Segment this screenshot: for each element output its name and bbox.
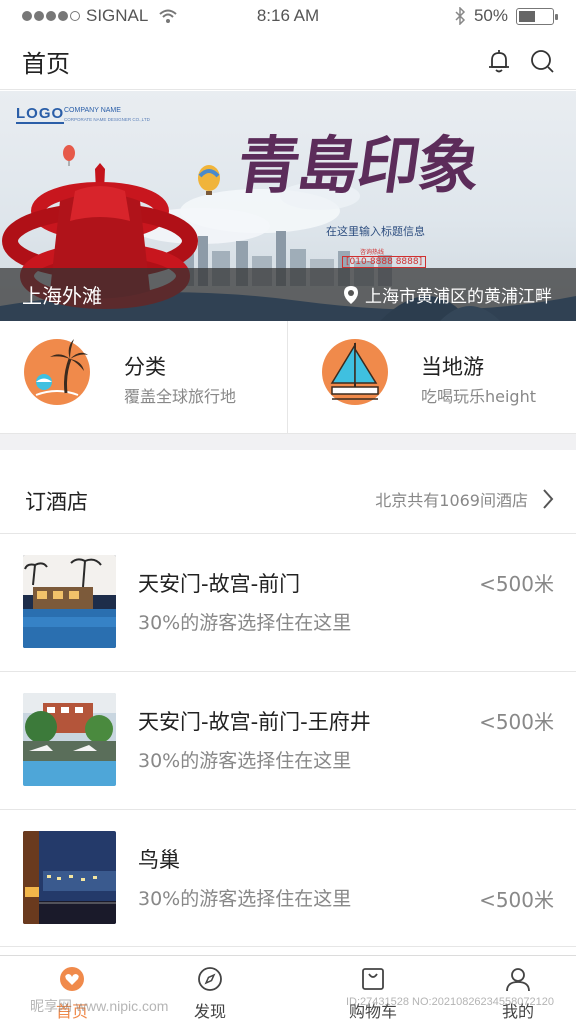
hotel-section-header[interactable]: 订酒店 北京共有1069间酒店 — [0, 450, 576, 534]
hotel-item[interactable]: 天安门-故宫-前门-王府井 30%的游客选择住在这里 <500米 — [0, 672, 576, 810]
location-pin-icon — [344, 285, 358, 304]
hotel-desc: 30%的游客选择住在这里 — [138, 750, 352, 772]
shopping-bag-icon — [362, 968, 384, 990]
hotel-distance: <500米 — [479, 572, 554, 596]
app-header: 首页 — [0, 32, 576, 90]
quick-link-category[interactable]: 分类 覆盖全球旅行地 — [0, 321, 288, 434]
battery-percent: 50% — [473, 6, 508, 25]
user-icon — [506, 968, 530, 992]
hotel-item[interactable]: 天安门-故宫-前门 30%的游客选择住在这里 <500米 — [0, 534, 576, 672]
hotel-photo — [23, 693, 116, 786]
sailboat-icon — [322, 339, 388, 405]
balloon-icon — [63, 145, 75, 166]
hotel-photo — [23, 555, 116, 648]
hotel-count-link[interactable]: 北京共有1069间酒店 — [375, 487, 554, 511]
bluetooth-icon — [455, 7, 466, 25]
tab-profile[interactable]: 我的 — [446, 956, 576, 1024]
quick-link-local-tour[interactable]: 当地游 吃喝玩乐height — [298, 321, 576, 434]
hotel-item[interactable]: 鸟巢 30%的游客选择住在这里 <500米 — [0, 810, 576, 948]
hotel-photo — [23, 831, 116, 924]
heart-icon — [60, 967, 84, 991]
place-name: 上海外滩 — [22, 284, 102, 308]
hotel-count-text: 北京共有1069间酒店 — [375, 491, 528, 510]
compass-icon — [198, 967, 222, 991]
hotel-name: 鸟巢 — [138, 848, 180, 872]
quick-link-desc: 覆盖全球旅行地 — [124, 387, 237, 406]
quick-link-title: 分类 — [124, 355, 166, 379]
hotel-desc: 30%的游客选择住在这里 — [138, 612, 352, 634]
battery-icon — [516, 7, 558, 25]
search-icon[interactable] — [529, 48, 555, 74]
banner-subtitle: 在这里输入标题信息 — [326, 225, 425, 238]
banner-hotline: [010-8888 8888] — [342, 256, 427, 268]
quick-link-desc: 吃喝玩乐height — [421, 387, 537, 406]
watermark-id: ID:27431528 NO:20210826234558072120 — [346, 996, 554, 1008]
address-text: 上海市黄浦区的黄浦江畔 — [365, 287, 552, 307]
section-gap — [0, 434, 576, 450]
palm-tree-icon — [24, 339, 90, 405]
status-bar: SIGNAL 8:16 AM 50% — [0, 0, 576, 32]
hotel-distance: <500米 — [479, 710, 554, 734]
banner-logo: LOGO COMPANY NAME CORPORATE NAME DESIGNE… — [16, 105, 150, 124]
place-address: 上海市黄浦区的黄浦江畔 — [343, 282, 552, 307]
banner-caption: 上海外滩 上海市黄浦区的黄浦江畔 — [0, 268, 576, 321]
hotel-desc: 30%的游客选择住在这里 — [138, 888, 352, 910]
tab-cart[interactable]: 购物车 — [301, 956, 445, 1024]
hotel-distance: <500米 — [479, 888, 554, 912]
page-title: 首页 — [22, 50, 70, 78]
bell-icon[interactable] — [486, 48, 512, 74]
chevron-right-icon — [543, 489, 554, 509]
section-title: 订酒店 — [25, 490, 88, 514]
banner-title: 青島印象 — [232, 129, 484, 202]
status-right: 50% — [454, 6, 558, 26]
watermark: 昵享网 www.nipic.com — [30, 998, 169, 1014]
banner-hotline-label: 咨询热线 — [360, 249, 385, 256]
hotel-name: 天安门-故宫-前门-王府井 — [138, 710, 371, 734]
quick-link-title: 当地游 — [421, 355, 484, 379]
hotel-name: 天安门-故宫-前门 — [138, 572, 301, 596]
quick-links: 分类 覆盖全球旅行地 当地游 吃喝玩乐height — [0, 321, 576, 434]
promo-banner[interactable]: LOGO COMPANY NAME CORPORATE NAME DESIGNE… — [0, 91, 576, 321]
list-divider — [0, 946, 576, 947]
